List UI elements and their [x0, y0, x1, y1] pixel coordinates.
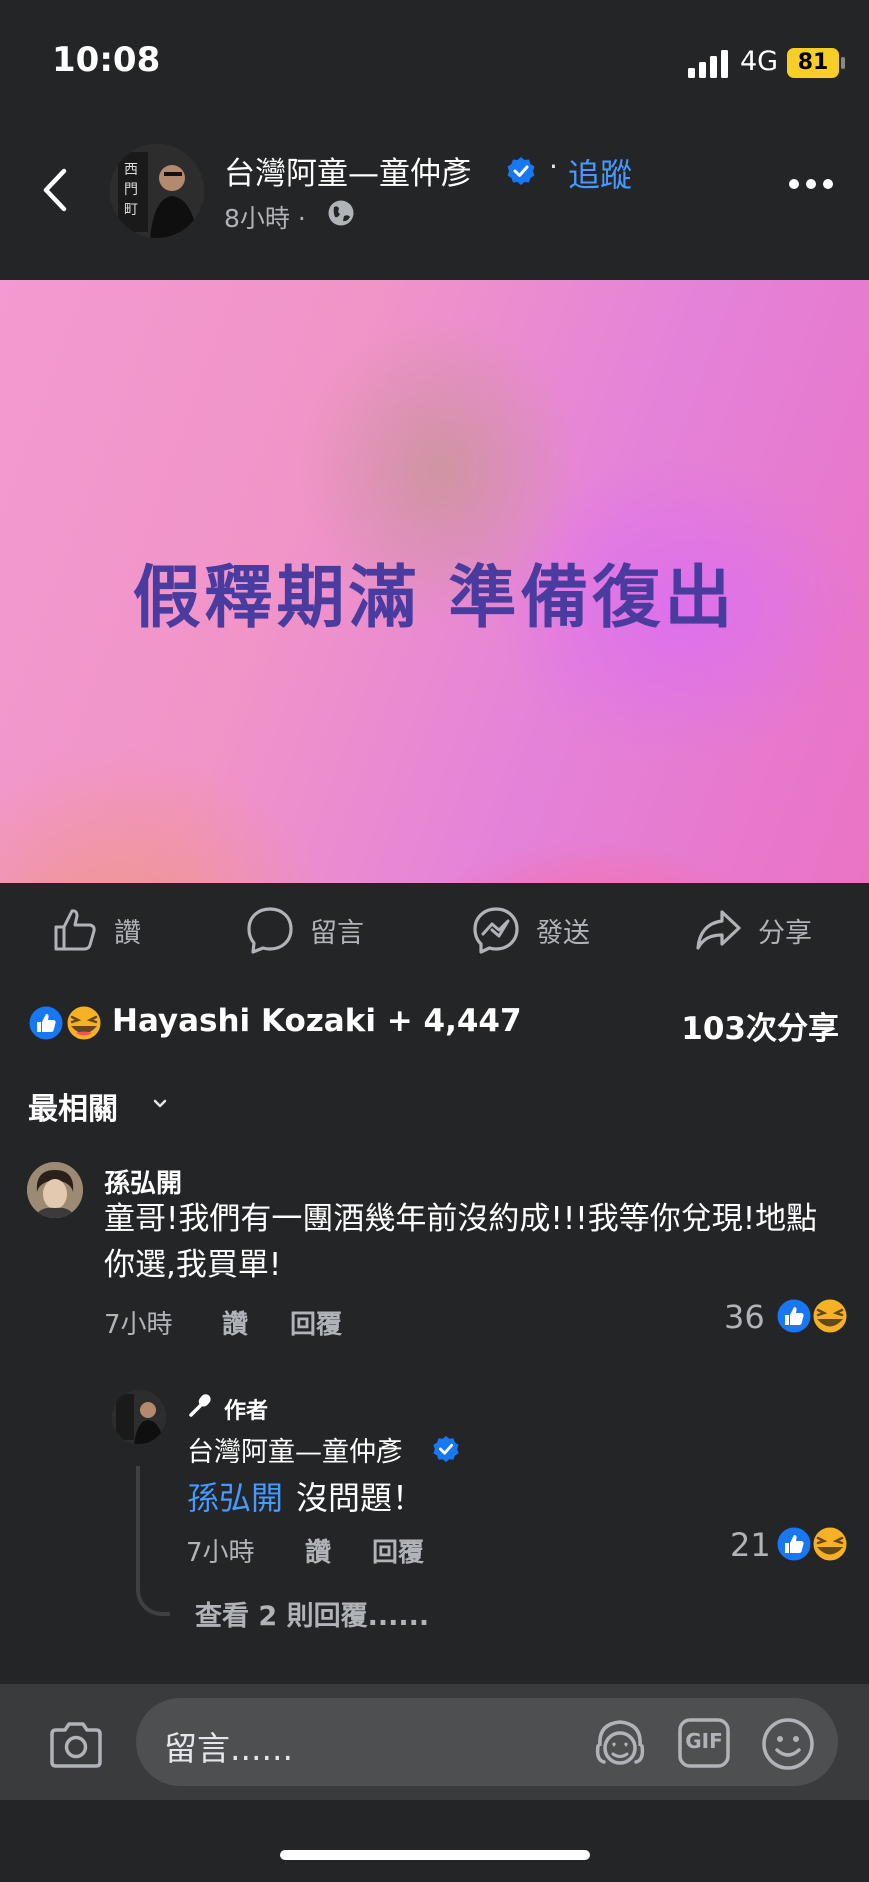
post-image-text: 假釋期滿 準備復出 — [132, 559, 737, 638]
comment-author[interactable]: 孫弘開 — [104, 1163, 182, 1200]
separator-dot: · — [549, 150, 558, 183]
reply-time: 7小時 — [186, 1538, 255, 1568]
like-reaction-icon — [774, 1524, 814, 1564]
share-arrow-icon — [696, 910, 741, 950]
more-options-icon[interactable] — [788, 178, 834, 190]
reply-text: 沒問題！ — [296, 1479, 425, 1517]
view-more-replies[interactable]: 查看 2 則回覆...... — [195, 1594, 429, 1633]
send-label: 發送 — [536, 917, 590, 949]
reply-reaction-count[interactable]: 21 — [730, 1526, 771, 1564]
haha-reaction-icon — [810, 1296, 850, 1336]
battery-level: 81 — [797, 50, 829, 75]
like-button[interactable]: 讚 — [52, 900, 141, 960]
comment-label: 留言 — [310, 917, 364, 949]
verified-badge-icon — [433, 1435, 459, 1463]
camera-icon[interactable] — [48, 1720, 104, 1770]
comment-button[interactable]: 留言 — [246, 900, 364, 960]
back-arrow-icon[interactable] — [38, 165, 72, 215]
microphone-icon — [189, 1394, 211, 1417]
share-button[interactable]: 分享 — [694, 900, 812, 960]
thumbs-up-icon — [54, 909, 96, 951]
comment-sort[interactable]: 最相關 — [28, 1084, 118, 1128]
post-time[interactable]: 8小時 · — [224, 199, 306, 235]
share-label: 分享 — [758, 917, 812, 949]
like-reaction-icon — [774, 1296, 814, 1336]
thread-line — [136, 1466, 170, 1616]
reply-author-avatar[interactable] — [112, 1390, 166, 1444]
gif-label: GIF — [685, 1729, 723, 1753]
gif-button[interactable]: GIF — [678, 1716, 730, 1770]
reactions-icons[interactable] — [26, 1003, 106, 1043]
avatar-sticker-icon[interactable] — [592, 1716, 648, 1772]
emoji-icon[interactable] — [760, 1716, 816, 1772]
svg-text:門: 門 — [124, 182, 138, 198]
author-badge: 作者 — [224, 1399, 269, 1424]
comment-bubble-icon — [247, 907, 293, 954]
like-reaction-icon — [26, 1003, 66, 1043]
send-button[interactable]: 發送 — [472, 900, 590, 960]
comment-text: 童哥!我們有一團酒幾年前沒約成!!!我等你兌現!地點你選,我買單! — [104, 1201, 818, 1283]
comment-time: 7小時 — [104, 1310, 173, 1340]
reply-reply-button[interactable]: 回覆 — [372, 1532, 424, 1569]
svg-text:町: 町 — [124, 202, 138, 218]
haha-reaction-icon — [64, 1003, 104, 1043]
globe-icon — [328, 200, 354, 226]
reply-like-button[interactable]: 讚 — [305, 1532, 331, 1569]
comment-reply-button[interactable]: 回覆 — [290, 1304, 342, 1341]
comment-like-button[interactable]: 讚 — [222, 1304, 248, 1341]
follow-button[interactable]: 追蹤 — [568, 150, 632, 196]
battery-indicator: 81 — [787, 48, 845, 78]
network-label: 4G — [740, 46, 779, 77]
reactions-summary[interactable]: Hayashi Kozaki + 4,447 — [112, 1003, 522, 1039]
share-count[interactable]: 103次分享 — [681, 1003, 839, 1048]
chevron-down-icon[interactable] — [152, 1096, 168, 1112]
reply-author[interactable]: 台灣阿童—童仲彥 — [187, 1430, 403, 1469]
commenter-avatar[interactable] — [27, 1162, 83, 1218]
status-time: 10:08 — [52, 40, 161, 80]
page-name[interactable]: 台灣阿童—童仲彥 — [224, 148, 472, 193]
comment-input-placeholder[interactable]: 留言...... — [164, 1722, 293, 1770]
reply-mention[interactable]: 孫弘開 — [187, 1473, 283, 1519]
like-label: 讚 — [114, 917, 141, 949]
page-avatar[interactable]: 西 門 町 — [110, 144, 204, 238]
comment-reactions-icons[interactable] — [774, 1296, 850, 1336]
reply-reactions-icons[interactable] — [774, 1524, 850, 1564]
svg-text:西: 西 — [124, 162, 138, 178]
home-indicator — [280, 1850, 590, 1860]
post-image[interactable]: 假釋期滿 準備復出 — [0, 280, 869, 883]
haha-reaction-icon — [810, 1524, 850, 1564]
signal-icon — [688, 50, 728, 78]
messenger-icon — [473, 907, 519, 954]
verified-badge-icon — [507, 157, 535, 185]
comment-reaction-count[interactable]: 36 — [724, 1298, 765, 1336]
